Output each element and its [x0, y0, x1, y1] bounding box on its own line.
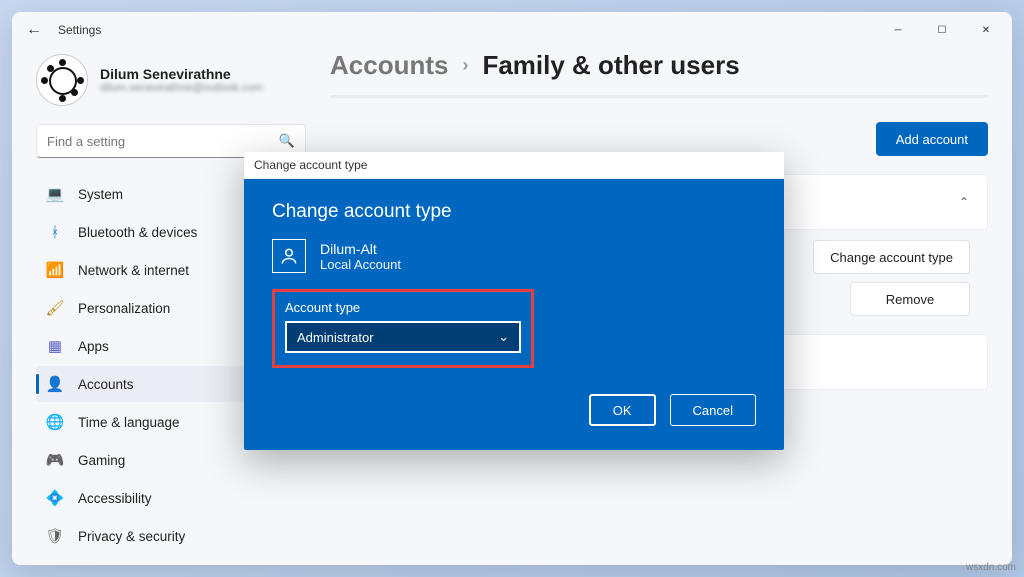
wifi-icon: 📶 — [46, 261, 64, 279]
maximize-button[interactable]: ☐ — [920, 15, 964, 45]
nav-label: Personalization — [78, 301, 170, 316]
dialog-heading: Change account type — [272, 201, 756, 223]
breadcrumb: Accounts › Family & other users — [330, 50, 988, 81]
divider — [330, 95, 988, 98]
ok-button[interactable]: OK — [589, 394, 656, 426]
nav-label: System — [78, 187, 123, 202]
breadcrumb-current: Family & other users — [482, 50, 739, 81]
nav-label: Gaming — [78, 453, 125, 468]
dialog-actions: OK Cancel — [272, 394, 756, 426]
window-title: Settings — [58, 23, 101, 37]
nav-label: Apps — [78, 339, 109, 354]
change-account-type-button[interactable]: Change account type — [813, 240, 970, 274]
cancel-button[interactable]: Cancel — [670, 394, 756, 426]
nav-label: Accessibility — [78, 491, 152, 506]
apps-icon: ▦ — [46, 337, 64, 355]
person-icon: 👤 — [46, 375, 64, 393]
user-name: Dilum Senevirathne — [100, 66, 263, 82]
watermark: wsxdn.com — [966, 562, 1016, 573]
dialog-body: Change account type Dilum-Alt Local Acco… — [244, 179, 784, 450]
account-type-label: Account type — [285, 300, 521, 315]
nav-update[interactable]: 🔄Windows Update — [36, 556, 306, 565]
nav-label: Network & internet — [78, 263, 189, 278]
breadcrumb-root[interactable]: Accounts — [330, 50, 448, 81]
search-icon: 🔍 — [279, 133, 295, 149]
accessibility-icon: 💠 — [46, 489, 64, 507]
globe-icon: 🌐 — [46, 413, 64, 431]
nav-label: Bluetooth & devices — [78, 225, 197, 240]
remove-button[interactable]: Remove — [850, 282, 970, 316]
dialog-titlebar: Change account type — [244, 152, 784, 179]
close-button[interactable]: ✕ — [964, 15, 1008, 45]
minimize-button[interactable]: ─ — [876, 15, 920, 45]
account-summary: Dilum-Alt Local Account — [272, 239, 756, 273]
account-subtype: Local Account — [320, 257, 401, 272]
change-account-type-dialog: Change account type Change account type … — [244, 152, 784, 450]
chevron-up-icon: ⌃ — [959, 195, 969, 209]
nav-accessibility[interactable]: 💠 Accessibility — [36, 480, 306, 516]
nav-privacy[interactable]: 🛡 Privacy & security — [36, 518, 306, 554]
settings-window: ← Settings ─ ☐ ✕ Dilum Senevirathne dilu… — [12, 12, 1012, 565]
titlebar: ← Settings ─ ☐ ✕ — [12, 12, 1012, 48]
nav-label: Time & language — [78, 415, 180, 430]
nav-label: Privacy & security — [78, 529, 185, 544]
back-button[interactable]: ← — [16, 12, 52, 48]
nav-label: Accounts — [78, 377, 134, 392]
bluetooth-icon: ᚼ — [46, 223, 64, 241]
add-account-row: Add account — [330, 122, 988, 156]
select-value: Administrator — [297, 330, 374, 345]
brush-icon: 🖌 — [46, 299, 64, 317]
account-type-select[interactable]: Administrator ⌄ — [285, 321, 521, 353]
user-email: dilum.senevirathne@outlook.com — [100, 82, 263, 94]
account-type-field-highlight: Account type Administrator ⌄ — [272, 289, 534, 368]
system-icon: 💻 — [46, 185, 64, 203]
shield-icon: 🛡 — [46, 527, 64, 545]
person-icon — [272, 239, 306, 273]
avatar — [36, 54, 88, 106]
window-controls: ─ ☐ ✕ — [876, 15, 1008, 45]
chevron-right-icon: › — [462, 55, 468, 76]
add-account-button[interactable]: Add account — [876, 122, 988, 156]
user-profile[interactable]: Dilum Senevirathne dilum.senevirathne@ou… — [36, 54, 306, 106]
search-input[interactable] — [47, 134, 271, 149]
chevron-down-icon: ⌄ — [498, 329, 509, 345]
gamepad-icon: 🎮 — [46, 451, 64, 469]
account-name: Dilum-Alt — [320, 241, 401, 257]
